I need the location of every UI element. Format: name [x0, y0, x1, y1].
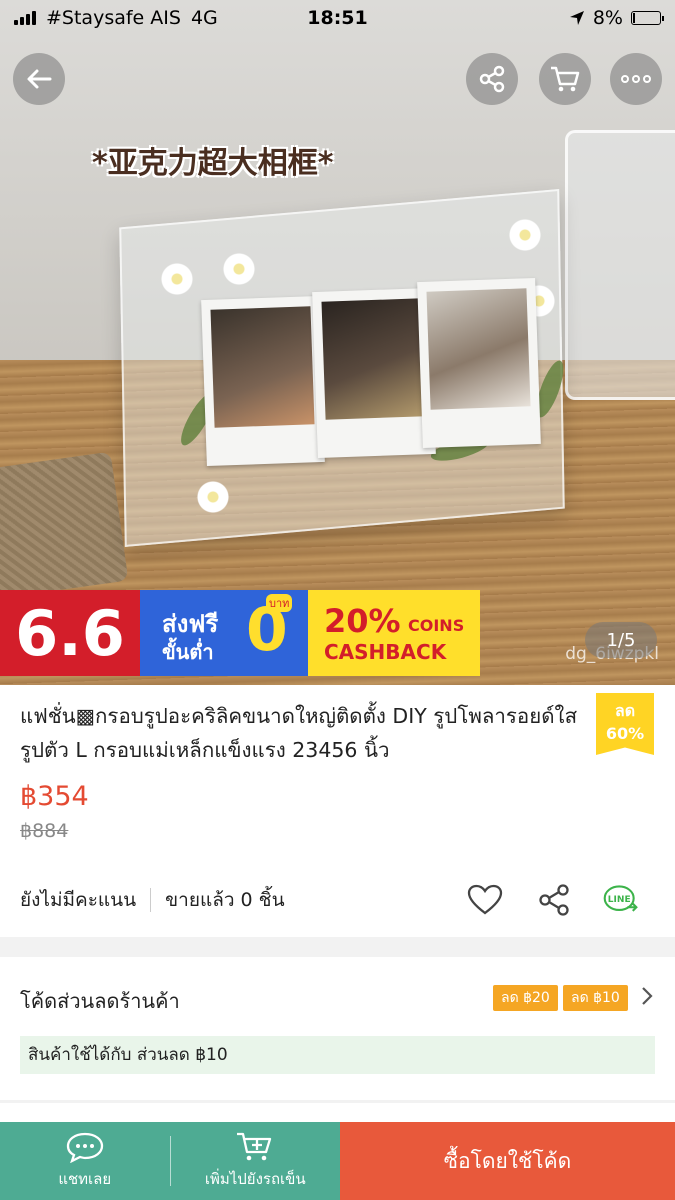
promo-min-spend-text: ขั้นต่ำ — [162, 640, 214, 664]
favorite-button[interactable] — [466, 881, 504, 919]
cart-button[interactable] — [539, 53, 591, 105]
voucher-tag[interactable]: ลด ฿10 — [563, 985, 628, 1011]
promo-baht: บาท — [266, 594, 293, 612]
voucher-tag[interactable]: ลด ฿20 — [493, 985, 558, 1011]
promo-free-shipping: ส่งฟรี ขั้นต่ำ 0 บาท — [140, 590, 308, 676]
section-strip — [0, 1103, 675, 1123]
promo-banner: 6.6 ส่งฟรี ขั้นต่ำ 0 บาท 20% COINS CASHB… — [0, 590, 480, 676]
promo-coins: COINS — [408, 616, 465, 635]
status-bar: #Staysafe AIS 4G 18:51 8% — [0, 0, 675, 36]
product-info: แฟชั่น▩กรอบรูปอะคริลิคขนาดใหญ่ติดตั้ง DI… — [0, 685, 675, 937]
share-icon — [479, 65, 505, 93]
discount-badge: ลด 60% — [596, 693, 654, 755]
share-product-button[interactable] — [535, 881, 573, 919]
product-old-price: ฿884 — [20, 820, 69, 842]
discount-label: ลด — [614, 701, 636, 720]
voucher-note: สินค้าใช้ได้กับ ส่วนลด ฿10 — [20, 1036, 655, 1074]
more-button[interactable] — [610, 53, 662, 105]
heart-icon — [467, 884, 503, 915]
voucher-title: โค้ดส่วนลดร้านค้า — [20, 989, 180, 1013]
battery-icon — [631, 11, 664, 25]
discount-percent: 60% — [605, 724, 645, 743]
divider — [150, 888, 152, 912]
image-caption: *亚克力超大相框* — [92, 146, 334, 181]
back-button[interactable] — [13, 53, 65, 105]
share-icon — [539, 884, 569, 916]
add-cart-label: เพิ่มไปยังรถเข็น — [204, 1170, 306, 1188]
network-type: 4G — [190, 7, 218, 29]
chat-button[interactable]: แชทเลย — [0, 1122, 170, 1200]
image-pager: 1/5 — [585, 622, 657, 658]
location-icon — [569, 11, 584, 25]
add-cart-icon — [237, 1132, 272, 1161]
add-to-cart-button[interactable]: เพิ่มไปยังรถเข็น — [171, 1122, 341, 1200]
image-polaroid — [201, 295, 325, 467]
image-burlap-cloth — [0, 451, 129, 599]
image-flower — [196, 480, 230, 514]
product-title: แฟชั่น▩กรอบรูปอะคริลิคขนาดใหญ่ติดตั้ง DI… — [20, 704, 578, 762]
image-flower — [508, 218, 542, 252]
promo-cashback-pct: 20% — [324, 602, 401, 640]
cart-icon — [551, 66, 580, 92]
signal-icon — [14, 11, 36, 25]
promo-cashback: 20% COINS CASHBACK — [308, 590, 480, 676]
chevron-right-icon[interactable] — [640, 985, 654, 1013]
shop-voucher-section[interactable]: โค้ดส่วนลดร้านค้า ลด ฿20 ลด ฿10 สินค้าใช… — [0, 957, 675, 1100]
bottom-action-bar: แชทเลย เพิ่มไปยังรถเข็น ซื้อโดยใช้โค้ด — [0, 1122, 675, 1200]
rating-text: ยังไม่มีคะแนน — [20, 889, 137, 911]
promo-cashback-text: CASHBACK — [324, 640, 447, 664]
promo-sale-label: 6.6 — [0, 590, 140, 676]
image-mirror — [565, 130, 675, 400]
line-icon: LINE — [603, 885, 638, 912]
battery-percent: 8% — [592, 7, 623, 29]
back-arrow-icon — [27, 69, 52, 89]
chat-label: แชทเลย — [58, 1170, 112, 1188]
more-dots-icon — [621, 75, 651, 83]
image-polaroid — [417, 277, 541, 449]
image-flower — [222, 252, 256, 286]
image-flower — [160, 262, 194, 296]
share-button[interactable] — [466, 53, 518, 105]
product-price: ฿354 — [20, 781, 89, 812]
rating-row: ยังไม่มีคะแนน ขายแล้ว 0 ชิ้น — [20, 885, 285, 915]
svg-text:LINE: LINE — [608, 895, 631, 905]
sold-count: ขายแล้ว 0 ชิ้น — [165, 889, 285, 911]
buy-with-code-button[interactable]: ซื้อโดยใช้โค้ด — [340, 1122, 675, 1200]
carrier-name: #Staysafe AIS — [46, 7, 181, 29]
chat-icon — [66, 1132, 103, 1163]
line-share-button[interactable]: LINE — [602, 881, 640, 919]
